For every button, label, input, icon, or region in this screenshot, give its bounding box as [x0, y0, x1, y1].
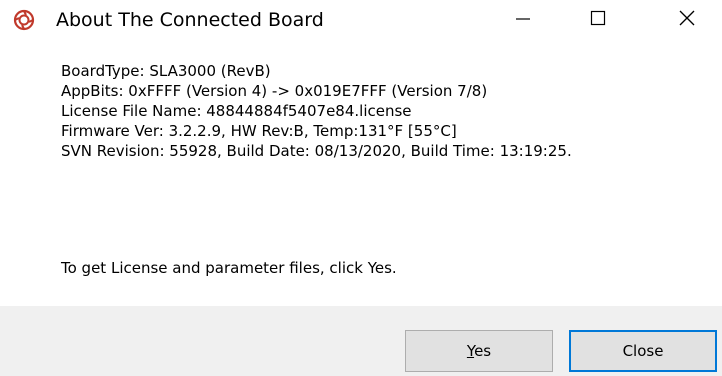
close-window-button[interactable] — [664, 0, 710, 40]
button-bar: Yes Close — [0, 306, 722, 376]
board-info: BoardType: SLA3000 (RevB) AppBits: 0xFFF… — [61, 61, 572, 161]
firmware-line: Firmware Ver: 3.2.2.9, HW Rev:B, Temp:13… — [61, 122, 457, 140]
board-type-line: BoardType: SLA3000 (RevB) — [61, 62, 271, 80]
close-button[interactable]: Close — [569, 330, 717, 372]
yes-button-label: Yes — [466, 342, 492, 360]
minimize-icon — [515, 10, 531, 30]
close-icon — [678, 9, 696, 31]
prompt-text: To get License and parameter files, clic… — [61, 259, 397, 277]
maximize-button[interactable] — [575, 0, 621, 40]
maximize-icon — [590, 10, 606, 30]
close-button-label: Close — [622, 342, 664, 360]
window-title: About The Connected Board — [56, 9, 324, 31]
yes-button[interactable]: Yes — [405, 330, 553, 372]
app-logo-icon — [13, 9, 35, 31]
app-bits-line: AppBits: 0xFFFF (Version 4) -> 0x019E7FF… — [61, 82, 488, 100]
minimize-button[interactable] — [500, 0, 546, 40]
title-bar[interactable]: About The Connected Board — [0, 0, 722, 40]
about-dialog: About The Connected Board BoardType: SLA… — [0, 0, 722, 376]
license-file-line: License File Name: 48844884f5407e84.lice… — [61, 102, 412, 120]
svn-revision-line: SVN Revision: 55928, Build Date: 08/13/2… — [61, 142, 572, 160]
